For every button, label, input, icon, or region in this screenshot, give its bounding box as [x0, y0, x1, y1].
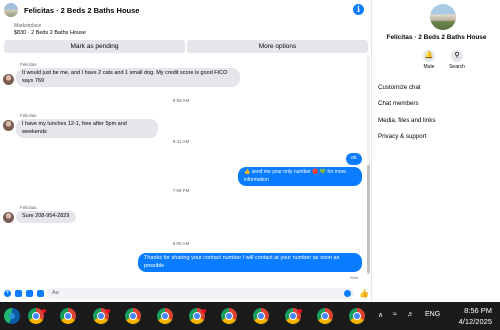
sender-avatar[interactable]: [3, 212, 14, 223]
notification-badge: [42, 309, 46, 313]
camera-icon[interactable]: [15, 289, 22, 297]
edge-icon[interactable]: [4, 308, 20, 324]
language-indicator[interactable]: ENG: [425, 311, 440, 318]
house-avatar[interactable]: [4, 3, 18, 17]
message-list: Felicitas It would just be me, and I hav…: [0, 55, 366, 283]
chat-title[interactable]: Felicitas · 2 Beds 2 Baths House: [24, 6, 139, 15]
listing-source: Marketplace: [14, 23, 42, 29]
incoming-message[interactable]: Sure 208-954-2829: [16, 211, 76, 223]
timestamp: 8:09 AM: [172, 241, 190, 246]
sender-avatar[interactable]: [3, 74, 14, 85]
listing-title: $830 · 2 Beds 2 Baths House: [14, 30, 86, 36]
volume-icon[interactable]: ♬: [407, 311, 414, 318]
chrome-icon[interactable]: [349, 308, 365, 324]
thumbs-up-icon[interactable]: 👍: [359, 289, 369, 298]
sent-status: Sent: [350, 275, 359, 280]
mark-as-pending-button[interactable]: Mark as pending: [4, 40, 185, 53]
clock-time[interactable]: 8:56 PM: [452, 306, 492, 315]
emoji-icon[interactable]: [344, 290, 351, 297]
chrome-icon[interactable]: [125, 308, 141, 324]
mute-button[interactable]: 🔔 Mute: [417, 50, 441, 70]
gif-icon[interactable]: [37, 289, 44, 297]
incoming-message[interactable]: I have my lunches 12-1, free after 5pm a…: [16, 119, 158, 138]
message-text: 👍 send me your only number 🔴 💚 for more …: [244, 169, 347, 183]
taskbar: ∧ ≈ ♬ ENG 8:56 PM 4/12/2025: [0, 302, 500, 330]
clock-date[interactable]: 4/12/2025: [440, 317, 492, 326]
message-input[interactable]: Aa: [46, 288, 354, 299]
chevron-up-icon[interactable]: ∧: [378, 311, 383, 319]
search-button[interactable]: ⚲ Search: [445, 50, 469, 70]
outgoing-message[interactable]: 👍 send me your only number 🔴 💚 for more …: [238, 167, 362, 186]
outgoing-message[interactable]: ok: [346, 153, 362, 165]
message-text: says 769: [22, 77, 45, 84]
sender-name: Felicitas: [20, 205, 37, 210]
house-photo[interactable]: [430, 4, 456, 30]
notification-badge: [106, 309, 110, 313]
message-text: I have my lunches 12-1, free after 5pm a…: [22, 121, 127, 135]
message-text: Sure 208-954-2829: [22, 213, 70, 219]
timestamp: 7:59 PM: [172, 188, 190, 193]
listing-summary[interactable]: Marketplace $830 · 2 Beds 2 Baths House: [0, 22, 372, 38]
panel-title: Felicitas · 2 Beds 2 Baths House: [386, 34, 487, 41]
search-icon: ⚲: [451, 50, 463, 62]
search-label: Search: [449, 64, 465, 70]
chrome-icon[interactable]: [221, 308, 237, 324]
mute-label: Mute: [423, 64, 435, 70]
media-files-links-item[interactable]: Media, files and links: [378, 117, 435, 124]
sender-avatar[interactable]: [3, 120, 14, 131]
chrome-icon[interactable]: [60, 308, 76, 324]
chat-column: Felicitas · 2 Beds 2 Baths House i Marke…: [0, 0, 372, 302]
info-icon[interactable]: i: [353, 4, 364, 15]
conversation-details-panel: Felicitas · 2 Beds 2 Baths House 🔔 Mute …: [373, 0, 500, 302]
message-text: Thanks for sharing your contact number I…: [144, 255, 340, 261]
sticker-icon[interactable]: [26, 289, 33, 297]
timestamp: 8:31 AM: [172, 139, 190, 144]
scroll-thumb[interactable]: [367, 165, 370, 273]
sender-name: Felicitas: [20, 113, 37, 118]
timestamp: 8:59 AM: [172, 98, 190, 103]
chrome-icon[interactable]: [253, 308, 269, 324]
listing-actions: Mark as pending More options: [4, 40, 368, 53]
wifi-icon[interactable]: ≈: [393, 311, 397, 318]
notification-badge: [202, 309, 206, 313]
privacy-support-item[interactable]: Privacy & support: [378, 133, 427, 140]
composer: + Aa 👍: [0, 285, 372, 301]
chrome-icon[interactable]: [317, 308, 333, 324]
scrollbar[interactable]: [367, 55, 370, 275]
chat-header: Felicitas · 2 Beds 2 Baths House i: [0, 0, 372, 20]
plus-icon[interactable]: +: [4, 289, 11, 297]
message-text: possible: [144, 262, 165, 269]
message-text: It would just be me, and I have 2 cats a…: [22, 70, 228, 76]
sender-name: Felicitas: [20, 62, 37, 67]
customize-chat-item[interactable]: Customize chat: [378, 84, 421, 91]
message-text: ok: [351, 155, 357, 161]
outgoing-message[interactable]: Thanks for sharing your contact number I…: [138, 253, 362, 272]
bell-icon: 🔔: [423, 50, 435, 62]
notification-badge: [298, 309, 302, 313]
chrome-icon[interactable]: [157, 308, 173, 324]
messenger-window: Felicitas · 2 Beds 2 Baths House i Marke…: [0, 0, 500, 302]
more-options-button[interactable]: More options: [187, 40, 368, 53]
incoming-message[interactable]: It would just be me, and I have 2 cats a…: [16, 68, 240, 87]
chat-members-item[interactable]: Chat members: [378, 100, 419, 107]
